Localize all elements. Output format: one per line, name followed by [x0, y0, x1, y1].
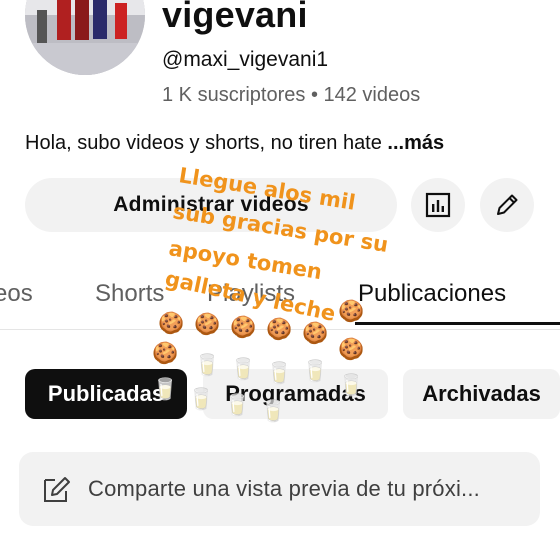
- cookie-emoji-icon: 🍪: [152, 340, 178, 365]
- cookie-emoji-icon: 🍪: [266, 316, 292, 341]
- cookie-emoji-icon: 🍪: [230, 314, 256, 339]
- cookie-emoji-icon: 🍪: [338, 298, 364, 323]
- milk-emoji-icon: 🥛: [302, 358, 328, 383]
- milk-emoji-icon: 🥛: [194, 352, 220, 377]
- cookie-emoji-icon: 🍪: [302, 320, 328, 345]
- milk-emoji-icon: 🥛: [152, 376, 178, 401]
- milk-emoji-icon: 🥛: [188, 386, 214, 411]
- milk-emoji-icon: 🥛: [338, 372, 364, 397]
- cookie-emoji-icon: 🍪: [194, 311, 220, 336]
- cookie-emoji-icon: 🍪: [338, 336, 364, 361]
- cookie-emoji-icon: 🍪: [158, 310, 184, 335]
- milk-emoji-icon: 🥛: [260, 398, 286, 423]
- milk-emoji-icon: 🥛: [266, 360, 292, 385]
- milk-emoji-icon: 🥛: [224, 392, 250, 417]
- sticker-overlay: Llegue alos mil sub gracias por su apoyo…: [152, 163, 390, 423]
- milk-emoji-icon: 🥛: [230, 356, 256, 381]
